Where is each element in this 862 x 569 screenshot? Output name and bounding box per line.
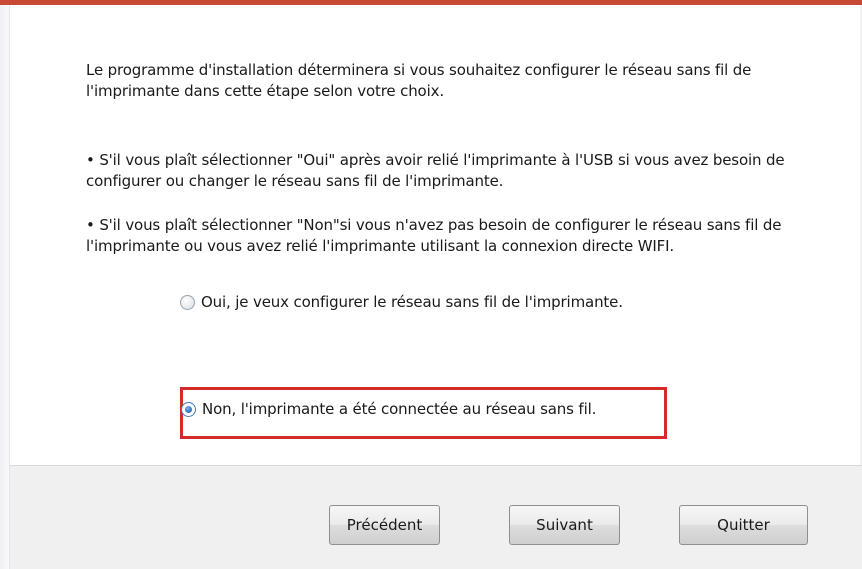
option-non-radio[interactable]: Non, l'imprimante a été connectée au rés… (181, 400, 596, 418)
radio-checked-icon[interactable] (181, 401, 196, 417)
previous-button[interactable]: Précédent (329, 505, 440, 545)
next-button[interactable]: Suivant (509, 505, 620, 545)
instruction-non-text: • S'il vous plaît sélectionner "Non"si v… (86, 216, 782, 255)
quit-button[interactable]: Quitter (679, 505, 808, 545)
option-oui-label[interactable]: Oui, je veux configurer le réseau sans f… (201, 293, 623, 311)
option-oui-radio[interactable]: Oui, je veux configurer le réseau sans f… (180, 293, 623, 311)
radio-unchecked-icon[interactable] (180, 294, 195, 310)
intro-text: Le programme d'installation déterminera … (86, 61, 752, 100)
option-non-label[interactable]: Non, l'imprimante a été connectée au rés… (202, 400, 596, 418)
instruction-oui-text: • S'il vous plaît sélectionner "Oui" apr… (86, 151, 785, 190)
window-left-border (0, 5, 10, 569)
